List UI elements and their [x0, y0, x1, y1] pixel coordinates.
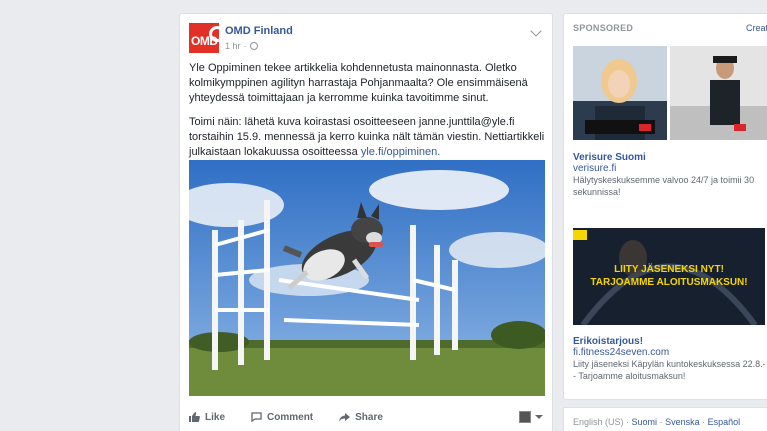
ad-image-subheadline: TARJOAMME ALOITUSMAKSUN!	[590, 277, 748, 288]
ad-image[interactable]	[670, 46, 767, 140]
create-ad-link[interactable]: Creat	[746, 23, 767, 33]
share-button[interactable]: Share	[339, 412, 383, 423]
language-link-suomi[interactable]: Suomi	[632, 417, 658, 427]
like-label: Like	[205, 411, 226, 423]
facebook-feed-page: OMD OMD Finland 1 hr · Yle Oppiminen tek…	[0, 0, 767, 431]
meta-separator: ·	[243, 41, 247, 51]
post-body: Yle Oppiminen tekee artikkelia kohdennet…	[189, 61, 545, 169]
ads-sidebar: SPONSORED Creat Verisure Suomi verisure.…	[563, 13, 767, 400]
verisure-ad-image-guard	[670, 46, 767, 140]
ad-image[interactable]	[573, 46, 667, 140]
ad-description: Hälytyskeskuksemme valvoo 24/7 ja toimii…	[573, 175, 755, 197]
comment-icon	[251, 412, 262, 422]
chevron-down-icon[interactable]	[530, 25, 542, 37]
post-paragraph: Toimi näin: lähetä kuva koirastasi osoit…	[189, 115, 545, 160]
page-name-link[interactable]: OMD Finland	[225, 25, 293, 37]
post-actions: Like Comment Share	[189, 407, 543, 427]
comment-button[interactable]: Comment	[251, 412, 313, 423]
verisure-ad-image-woman	[573, 46, 667, 140]
like-button[interactable]: Like	[189, 412, 225, 423]
ad-description: Liity jäseneksi Käpylän kuntokeskuksessa…	[573, 359, 766, 381]
profile-avatar	[519, 411, 531, 423]
sponsored-label: SPONSORED	[573, 23, 634, 33]
ad-text: Erikoistarjous! fi.fitness24seven.com Li…	[573, 336, 767, 382]
ad-text: Verisure Suomi verisure.fi Hälytyskeskuk…	[573, 152, 763, 198]
post-meta: 1 hr ·	[225, 41, 258, 51]
ad-url[interactable]: verisure.fi	[573, 163, 763, 174]
ad-url[interactable]: fi.fitness24seven.com	[573, 347, 767, 358]
post-photo[interactable]	[189, 160, 545, 396]
ad-image-headline: LIITY JÄSENEKSI NYT!	[614, 264, 724, 275]
ad-title[interactable]: Verisure Suomi	[573, 152, 763, 163]
page-avatar[interactable]: OMD	[189, 23, 219, 53]
caret-down-icon	[535, 415, 543, 419]
comment-label: Comment	[267, 411, 314, 423]
post-timestamp[interactable]: 1 hr	[225, 41, 241, 51]
current-language: English (US)	[573, 417, 624, 427]
share-label: Share	[355, 411, 383, 423]
feed-post: OMD OMD Finland 1 hr · Yle Oppiminen tek…	[179, 13, 553, 431]
post-link[interactable]: yle.fi/oppiminen.	[361, 146, 441, 158]
ad-title[interactable]: Erikoistarjous!	[573, 336, 767, 347]
ad-image[interactable]: LIITY JÄSENEKSI NYT! TARJOAMME ALOITUSMA…	[573, 228, 765, 325]
language-selector: English (US) · Suomi · Svenska · Español	[563, 407, 767, 431]
thumbs-up-icon	[189, 412, 200, 422]
language-link-svenska[interactable]: Svenska	[665, 417, 700, 427]
share-icon	[339, 413, 351, 422]
agility-dog-photo	[189, 160, 545, 396]
post-header: OMD OMD Finland 1 hr ·	[189, 23, 542, 65]
audience-selector[interactable]	[519, 411, 543, 423]
post-paragraph: Yle Oppiminen tekee artikkelia kohdennet…	[189, 62, 528, 104]
language-link-espanol[interactable]: Español	[708, 417, 741, 427]
globe-icon	[249, 42, 258, 50]
